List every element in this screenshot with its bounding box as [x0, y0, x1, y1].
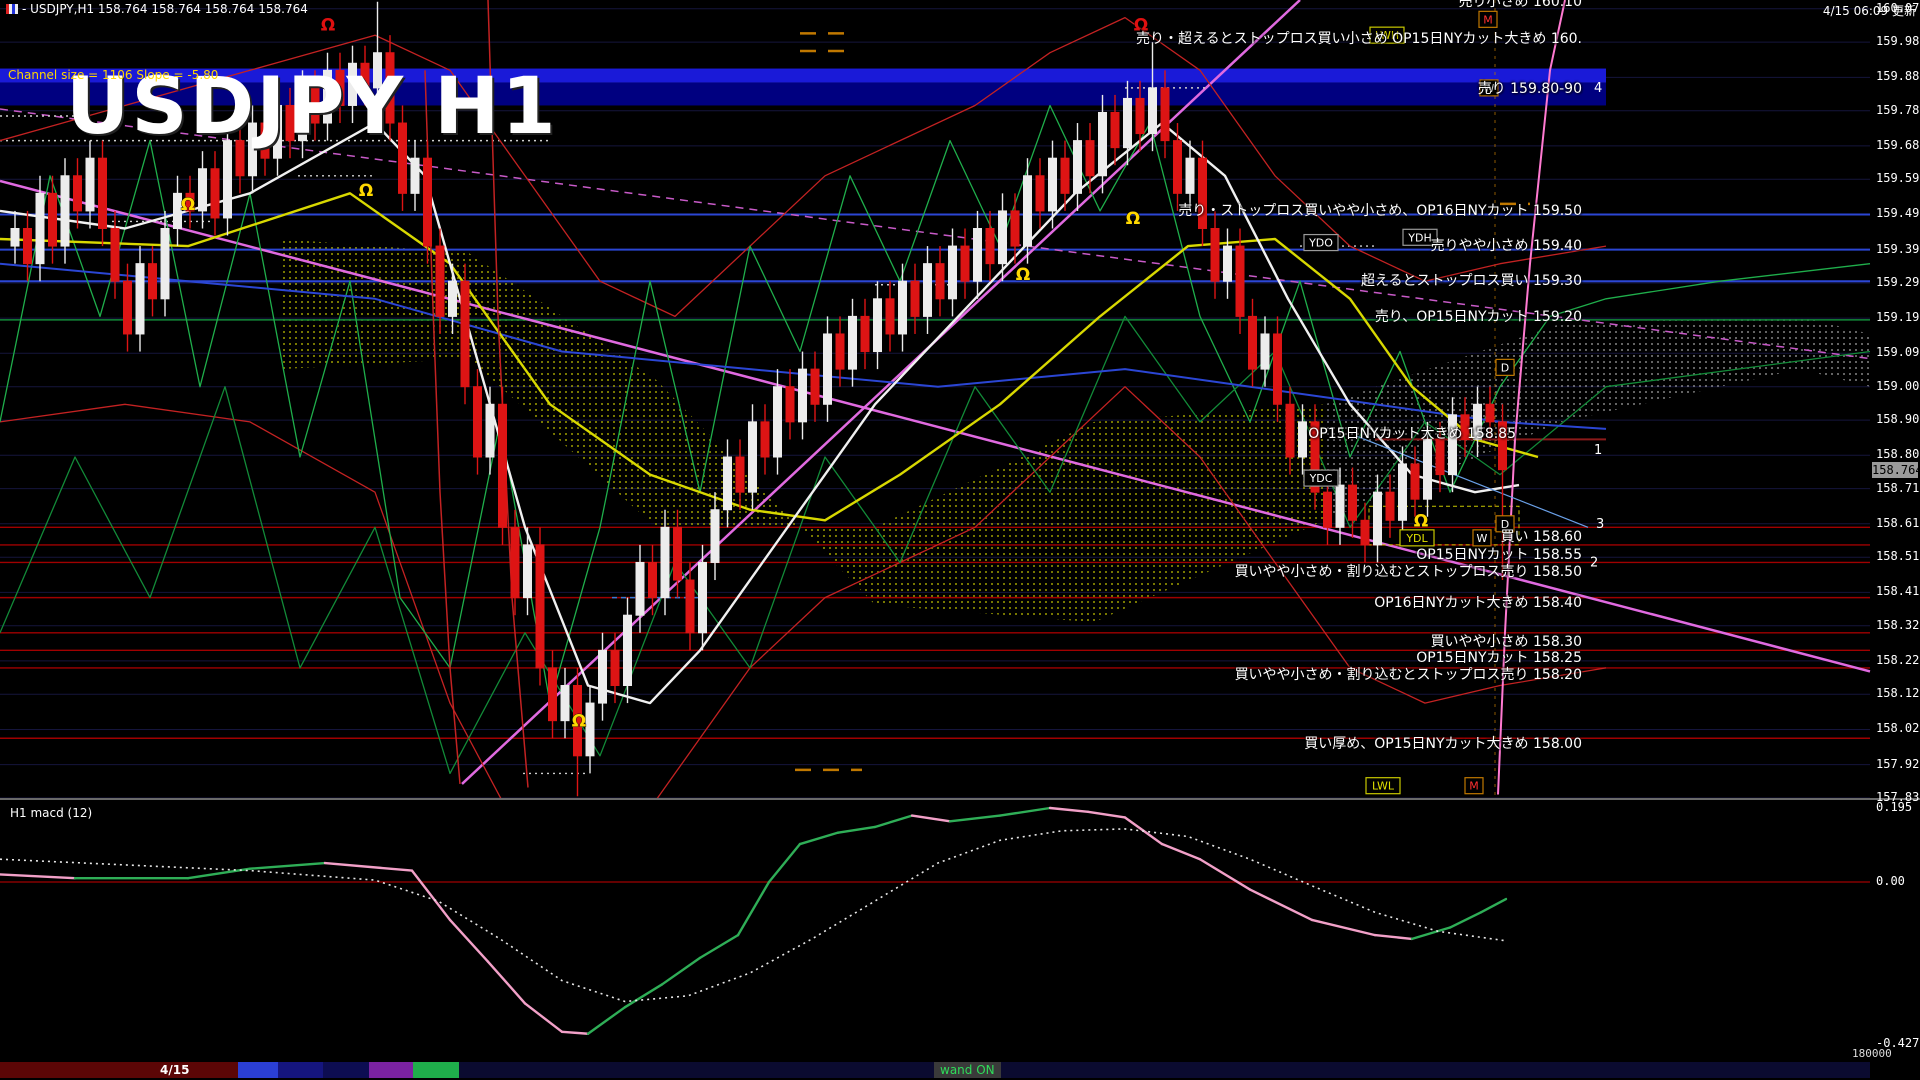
omega-marker-icon: Ω	[181, 195, 195, 215]
price-tick-label: 158.905	[1876, 412, 1920, 426]
trading-terminal: - USDJPY,H1 158.764 158.764 158.764 158.…	[0, 0, 1920, 1080]
label-box-d: D	[1496, 359, 1514, 375]
price-tick-label: 159.095	[1876, 345, 1920, 359]
svg-text:M: M	[1469, 780, 1479, 793]
chart-icon	[6, 4, 18, 14]
omega-marker-icon: Ω	[321, 16, 335, 36]
label-box-m: M	[1465, 778, 1483, 794]
chart-annotation: 売り・超えるとストップロス買い小さめ OP15日NYカット大きめ 160.	[1136, 28, 1582, 48]
chart-annotation: 超えるとストップロス買い 159.30	[1361, 270, 1582, 290]
macd-signal-line	[0, 829, 1506, 1002]
timeline-segment	[323, 1062, 369, 1078]
label-box-ydo: YDO	[1304, 235, 1338, 251]
label-box-m: M	[1479, 11, 1497, 27]
price-tick-label: 159.980	[1876, 34, 1920, 48]
price-tick-label: 158.320	[1876, 618, 1920, 632]
current-price-tag: 158.764	[1872, 462, 1918, 478]
horizontal-levels	[0, 214, 1870, 738]
price-tick-label: 159.685	[1876, 138, 1920, 152]
macd-tick-label: 0.195	[1876, 800, 1912, 814]
label-box-ydc: YDC	[1304, 470, 1338, 486]
price-tick-label: 158.025	[1876, 721, 1920, 735]
omega-marker-icon: Ω	[359, 181, 373, 201]
macd-line	[0, 808, 1506, 1034]
update-time: 4/15 06:09 更新	[1823, 2, 1916, 19]
price-tick-label: 158.415	[1876, 584, 1920, 598]
chart-annotation: 売り 159.80-90	[1478, 78, 1582, 98]
price-tick-label: 158.125	[1876, 686, 1920, 700]
svg-text:YDO: YDO	[1308, 237, 1333, 250]
chart-annotation: OP15日NYカット大きめ 158.85	[1308, 423, 1516, 443]
price-tick-label: 159.390	[1876, 242, 1920, 256]
price-tick-label: 159.490	[1876, 206, 1920, 220]
macd-tick-label: -0.427	[1876, 1036, 1919, 1050]
timeline-segment	[369, 1062, 413, 1078]
chart-annotation: 買い厚め、OP15日NYカット大きめ 158.00	[1304, 733, 1582, 753]
timeline-date-label: 4/15	[160, 1063, 189, 1077]
timeline-segment	[459, 1062, 1870, 1078]
chart-annotation: 売り小さめ 160.10	[1459, 0, 1582, 11]
chart-annotation: 売り、OP15日NYカット 159.20	[1375, 306, 1582, 326]
svg-text:M: M	[1483, 13, 1493, 26]
chart-annotation: 売り・ストップロス買いやや小さめ、OP16日NYカット 159.50	[1178, 200, 1582, 220]
price-tick-label: 159.195	[1876, 310, 1920, 324]
price-tick-label: 158.610	[1876, 516, 1920, 530]
sequence-number-label: 1	[1594, 443, 1602, 458]
chart-title: - USDJPY,H1 158.764 158.764 158.764 158.…	[22, 2, 308, 16]
omega-marker-icon: Ω	[1414, 511, 1428, 531]
sequence-number-label: 3	[1596, 517, 1604, 532]
timeline-segment	[278, 1062, 323, 1078]
sequence-number-label: 4	[1594, 81, 1602, 96]
sequence-number-label: 2	[1590, 555, 1598, 570]
timeline-segment	[0, 1062, 238, 1078]
chart-annotation: 売りやや小さめ 159.40	[1431, 235, 1582, 255]
label-box-lwl: LWL	[1366, 778, 1400, 794]
macd-svg[interactable]	[0, 800, 1920, 1062]
price-tick-label: 159.880	[1876, 69, 1920, 83]
channel-label: Channel size = 1106 Slope = -5.80	[8, 68, 218, 82]
chart-annotation: 買いやや小さめ・割り込むとストップロス売り 158.20	[1235, 664, 1582, 684]
omega-marker-icon: Ω	[1126, 209, 1140, 229]
price-tick-label: 157.925	[1876, 757, 1920, 771]
svg-text:YDH: YDH	[1407, 231, 1431, 244]
chart-annotation: 買いやや小さめ・割り込むとストップロス売り 158.50	[1235, 561, 1582, 581]
macd-indicator-label: H1 macd (12)	[10, 806, 92, 820]
price-tick-label: 158.805	[1876, 447, 1920, 461]
timeline-segment	[1870, 1062, 1920, 1078]
price-tick-label: 159.000	[1876, 379, 1920, 393]
macd-tick-label: 0.00	[1876, 874, 1905, 888]
price-tick-label: 159.785	[1876, 103, 1920, 117]
chart-annotation: OP16日NYカット大きめ 158.40	[1374, 592, 1582, 612]
timeline-segment	[238, 1062, 278, 1078]
timeline-segment	[413, 1062, 459, 1078]
price-tick-label: 158.515	[1876, 549, 1920, 563]
wand-status-label: wand ON	[934, 1062, 1001, 1078]
price-tick-label: 159.590	[1876, 171, 1920, 185]
price-tick-label: 159.295	[1876, 275, 1920, 289]
price-tick-label: 158.220	[1876, 653, 1920, 667]
svg-text:LWL: LWL	[1372, 780, 1395, 793]
svg-text:YDC: YDC	[1309, 472, 1333, 485]
svg-text:D: D	[1501, 361, 1509, 374]
pane-separator[interactable]	[0, 798, 1920, 800]
price-tick-label: 158.710	[1876, 481, 1920, 495]
omega-marker-icon: Ω	[572, 712, 586, 732]
omega-marker-icon: Ω	[1016, 265, 1030, 285]
